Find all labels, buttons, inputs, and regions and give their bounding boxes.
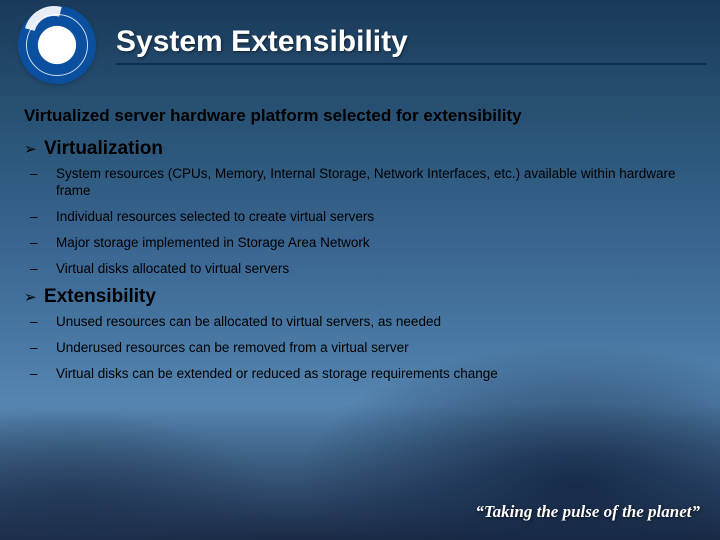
slide-header: NOAA System Extensibility: [0, 0, 720, 90]
dash-icon: –: [24, 314, 56, 331]
dash-icon: –: [24, 209, 56, 226]
arrow-icon: ➢: [24, 140, 44, 158]
section-title: Virtualization: [44, 138, 163, 160]
bullet-text: Unused resources can be allocated to vir…: [56, 314, 696, 331]
bullet-text: Individual resources selected to create …: [56, 209, 696, 226]
list-item: –Virtual disks can be extended or reduce…: [24, 366, 696, 383]
logo-text: NOAA: [20, 50, 94, 60]
dash-icon: –: [24, 235, 56, 252]
section-extensibility: ➢ Extensibility –Unused resources can be…: [24, 286, 696, 383]
section-title: Extensibility: [44, 286, 156, 308]
section-virtualization: ➢ Virtualization –System resources (CPUs…: [24, 138, 696, 277]
slide-title: System Extensibility: [116, 25, 706, 59]
title-wrap: System Extensibility: [116, 25, 706, 65]
title-underline: [116, 63, 706, 65]
bullet-text: System resources (CPUs, Memory, Internal…: [56, 166, 696, 200]
bullet-list: –Unused resources can be allocated to vi…: [24, 314, 696, 383]
list-item: –Underused resources can be removed from…: [24, 340, 696, 357]
arrow-icon: ➢: [24, 288, 44, 306]
list-item: –Virtual disks allocated to virtual serv…: [24, 261, 696, 278]
bullet-text: Major storage implemented in Storage Are…: [56, 235, 696, 252]
bullet-list: –System resources (CPUs, Memory, Interna…: [24, 166, 696, 277]
tagline: “Taking the pulse of the planet”: [475, 502, 700, 522]
logo-swoosh-icon: [13, 0, 95, 77]
list-item: –Unused resources can be allocated to vi…: [24, 314, 696, 331]
list-item: –Individual resources selected to create…: [24, 209, 696, 226]
bullet-text: Virtual disks allocated to virtual serve…: [56, 261, 696, 278]
list-item: –System resources (CPUs, Memory, Interna…: [24, 166, 696, 200]
noaa-logo: NOAA: [20, 8, 94, 82]
bullet-text: Underused resources can be removed from …: [56, 340, 696, 357]
dash-icon: –: [24, 366, 56, 383]
dash-icon: –: [24, 261, 56, 278]
slide-content: Virtualized server hardware platform sel…: [0, 90, 720, 383]
section-head: ➢ Extensibility: [24, 286, 696, 308]
section-head: ➢ Virtualization: [24, 138, 696, 160]
bullet-text: Virtual disks can be extended or reduced…: [56, 366, 696, 383]
slide-subtitle: Virtualized server hardware platform sel…: [24, 106, 696, 126]
dash-icon: –: [24, 166, 56, 183]
list-item: –Major storage implemented in Storage Ar…: [24, 235, 696, 252]
dash-icon: –: [24, 340, 56, 357]
